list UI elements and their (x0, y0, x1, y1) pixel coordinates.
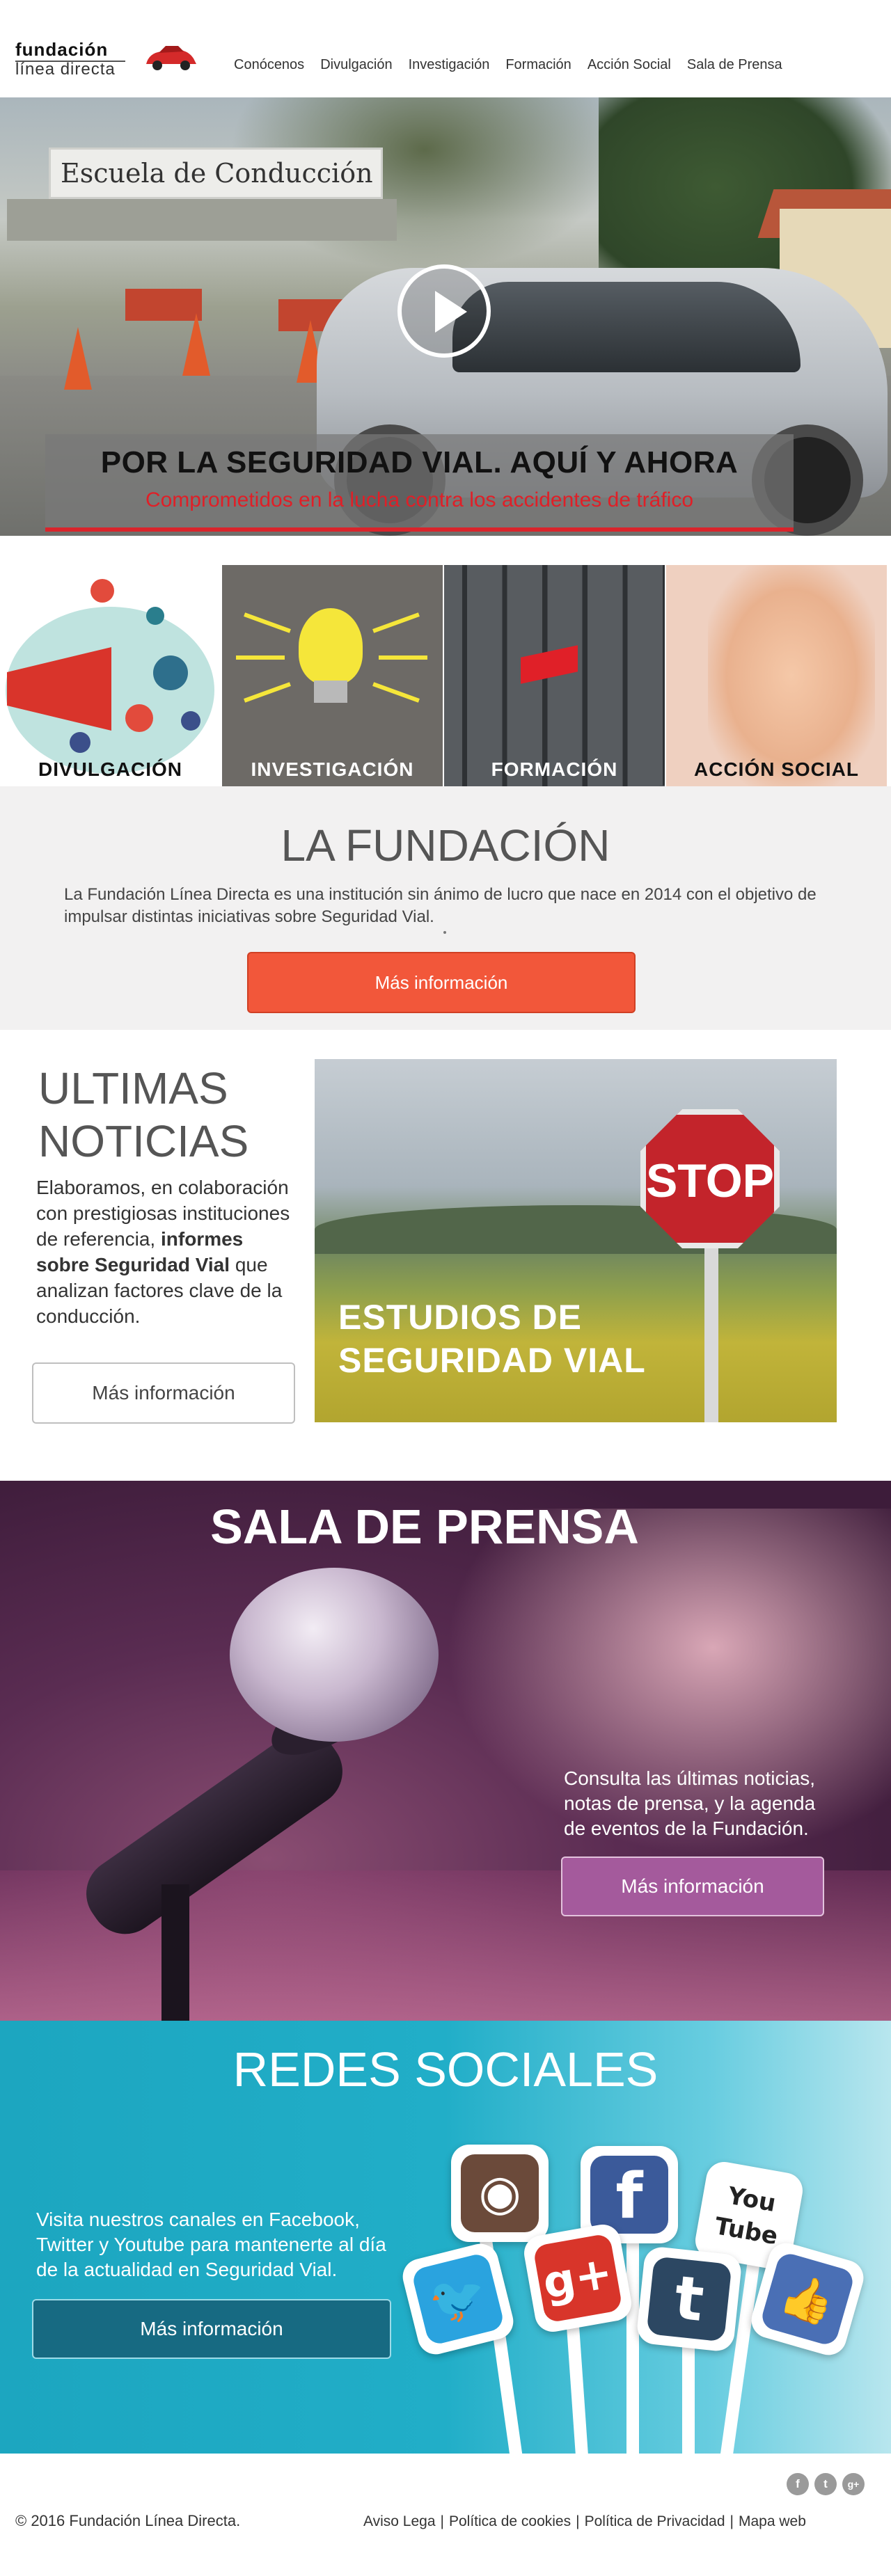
nav-accion-social[interactable]: Acción Social (588, 57, 671, 73)
hero-subtitle: Comprometidos en la lucha contra los acc… (145, 488, 694, 511)
tumblr-icon[interactable]: t (636, 2245, 743, 2353)
logo-line1: fundación (15, 39, 109, 60)
more-info-button[interactable]: Más información (561, 1857, 824, 1916)
nav-conocenos[interactable]: Conócenos (234, 57, 304, 73)
tile-label: ACCIÓN SOCIAL (694, 758, 859, 780)
hands-icon (708, 565, 875, 786)
car-logo-icon (146, 46, 196, 70)
footer-social-icons: f t g+ (787, 2473, 865, 2495)
driving-school-sign-text: Escuela de Conducción (61, 158, 373, 189)
section-text: Elaboramos, en colaboración con prestigi… (36, 1177, 290, 1327)
logo-line2: línea directa (15, 60, 116, 79)
footer-link-aviso-legal[interactable]: Aviso Lega (363, 2513, 436, 2529)
site-footer: f t g+ © 2016 Fundación Línea Directa. A… (0, 2454, 891, 2576)
tile-investigacion[interactable]: INVESTIGACIÓN (222, 565, 443, 786)
more-info-button[interactable]: Más información (247, 952, 636, 1013)
social-section: REDES SOCIALES Visita nuestros canales e… (0, 2021, 891, 2454)
site-header: fundación línea directa Conócenos Divulg… (0, 0, 891, 97)
fundacion-section: LA FUNDACIÓN La Fundación Línea Directa … (0, 786, 891, 1030)
play-icon[interactable] (397, 264, 491, 358)
traffic-cone (64, 327, 92, 390)
section-title: ULTIMAS NOTICIAS (38, 1063, 249, 1166)
tile-formacion[interactable]: FORMACIÓN (444, 565, 665, 786)
section-title: REDES SOCIALES (232, 2042, 659, 2097)
hero-title: POR LA SEGURIDAD VIAL. AQUÍ Y AHORA (100, 445, 739, 479)
press-section: SALA DE PRENSA Consulta las últimas noti… (0, 1481, 891, 2021)
tile-label: FORMACIÓN (491, 758, 618, 780)
more-info-button[interactable]: Más información (32, 2299, 391, 2359)
tile-accion-social[interactable]: ACCIÓN SOCIAL (666, 565, 887, 786)
hero-banner: POR LA SEGURIDAD VIAL. AQUÍ Y AHORA Comp… (45, 434, 794, 532)
more-info-button[interactable]: Más información (32, 1362, 295, 1424)
image-caption: ESTUDIOS DE SEGURIDAD VIAL (338, 1298, 646, 1380)
section-title: SALA DE PRENSA (210, 1500, 639, 1554)
nav-investigacion[interactable]: Investigación (409, 57, 490, 73)
tile-divulgacion[interactable]: DIVULGACIÓN (0, 565, 221, 786)
lightbulb-icon (299, 608, 363, 685)
driving-school-sign: Escuela de Conducción (49, 148, 383, 199)
news-section: ULTIMAS NOTICIAS Elaboramos, en colabora… (0, 1030, 891, 1481)
twitter-icon[interactable]: t (814, 2473, 837, 2495)
category-tiles: DIVULGACIÓN INVESTIGACIÓN FORMACIÓN ACCI… (0, 565, 891, 786)
logo[interactable]: fundación línea directa (15, 39, 196, 79)
nav-sala-de-prensa[interactable]: Sala de Prensa (687, 57, 782, 73)
section-text: Visita nuestros canales en Facebook, Twi… (36, 2209, 386, 2280)
microphone-icon (230, 1568, 439, 1742)
footer-link-cookies[interactable]: Política de cookies (449, 2513, 571, 2529)
nav-divulgacion[interactable]: Divulgación (320, 57, 392, 73)
footer-link-mapa-web[interactable]: Mapa web (739, 2513, 806, 2529)
tile-label: DIVULGACIÓN (38, 758, 182, 780)
googleplus-icon[interactable]: g+ (521, 2221, 635, 2335)
section-text: Consulta las últimas noticias, notas de … (564, 1767, 816, 1839)
main-nav: Conócenos Divulgación Investigación Form… (234, 57, 798, 73)
instagram-icon[interactable]: ◉ (451, 2145, 549, 2242)
googleplus-icon[interactable]: g+ (842, 2473, 865, 2495)
footer-link-privacidad[interactable]: Política de Privacidad (585, 2513, 725, 2529)
footer-links: Aviso Lega | Política de cookies | Política … (363, 2513, 806, 2529)
section-title: LA FUNDACIÓN (281, 820, 610, 870)
section-text: La Fundación Línea Directa es una instit… (64, 885, 817, 926)
facebook-icon[interactable]: f (787, 2473, 809, 2495)
hero-video[interactable]: Escuela de Conducción POR LA SEGURIDAD V… (0, 97, 891, 536)
traffic-cone (182, 313, 210, 376)
studies-image[interactable]: STOP ESTUDIOS DE SEGURIDAD VIAL (315, 1059, 837, 1422)
nav-formacion[interactable]: Formación (505, 57, 571, 73)
copyright-text: © 2016 Fundación Línea Directa. (15, 2512, 241, 2529)
tile-label: INVESTIGACIÓN (251, 758, 414, 780)
